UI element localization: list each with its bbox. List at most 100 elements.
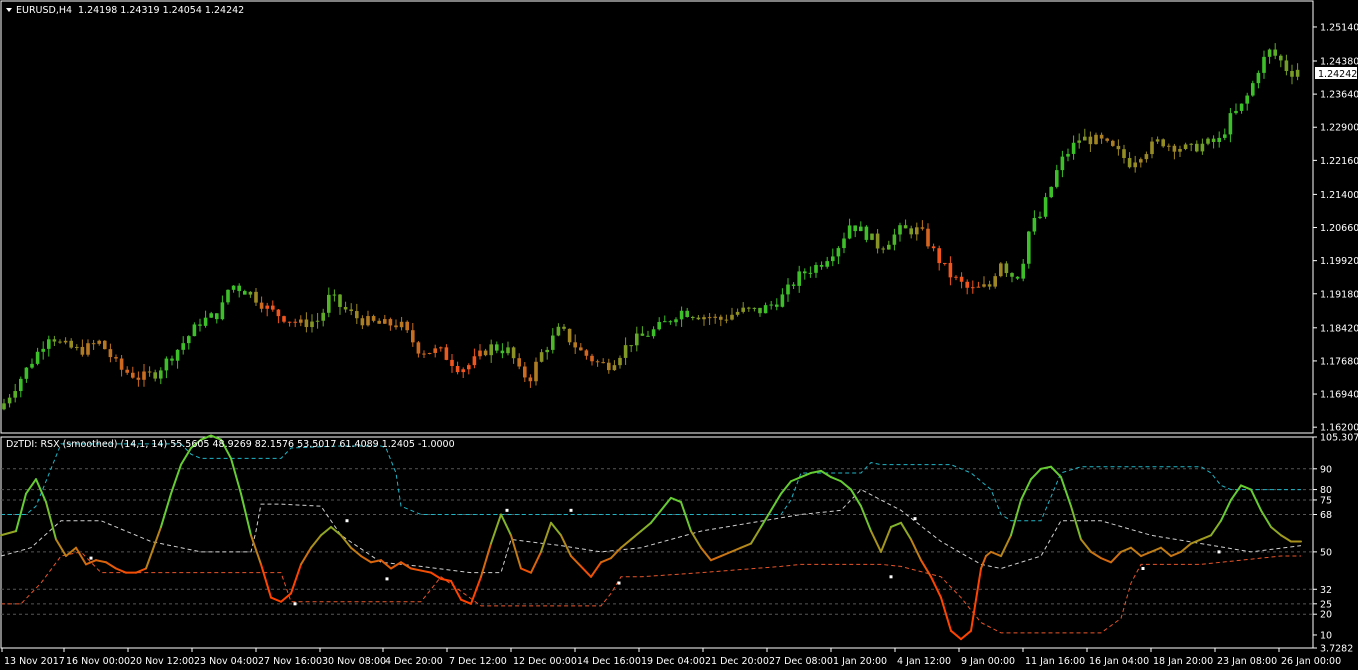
candle-body xyxy=(1066,153,1070,157)
candle-body xyxy=(299,319,303,323)
candle xyxy=(265,302,269,317)
candle xyxy=(131,366,135,379)
rsx-segment xyxy=(270,596,282,603)
rsx-segment xyxy=(540,521,552,553)
candle xyxy=(959,272,964,289)
candle-body xyxy=(114,357,118,359)
candle-body xyxy=(444,347,449,360)
candle xyxy=(198,318,202,332)
rsx-segment xyxy=(15,492,27,533)
candle-body xyxy=(226,289,230,303)
candle-body xyxy=(287,321,292,323)
candle xyxy=(159,367,163,385)
candle xyxy=(343,301,348,313)
rsx-segment xyxy=(700,546,712,562)
candle-body xyxy=(702,317,706,320)
rsx-segment xyxy=(980,555,987,570)
rsx-segment xyxy=(590,561,602,578)
candle-body xyxy=(931,246,936,249)
candle-body xyxy=(343,306,348,310)
candle-body xyxy=(691,316,695,318)
candle-body xyxy=(1127,158,1132,168)
candle xyxy=(321,308,325,327)
candle xyxy=(590,353,594,366)
candle-body xyxy=(1195,143,1199,152)
candle-body xyxy=(825,261,829,267)
candle xyxy=(467,363,471,375)
candle xyxy=(215,313,219,324)
candle-body xyxy=(635,333,639,346)
candle-body xyxy=(187,336,191,344)
candle-body xyxy=(310,321,314,328)
rsx-segment xyxy=(135,567,147,574)
candle-body xyxy=(707,317,712,319)
candle-body xyxy=(965,281,969,288)
candle-body xyxy=(1178,148,1182,152)
candle xyxy=(1010,272,1014,283)
candle-body xyxy=(366,316,370,326)
candle xyxy=(226,289,230,305)
candle-body xyxy=(1251,83,1255,96)
candle xyxy=(142,364,146,387)
candle xyxy=(388,317,393,331)
indicator-y-tick-label: 50 xyxy=(1320,547,1332,558)
candle xyxy=(668,320,673,325)
rsx-segment xyxy=(1260,509,1272,528)
rsx-segment xyxy=(1160,546,1172,558)
rsx-segment xyxy=(320,525,332,537)
candle xyxy=(607,358,611,374)
chart-canvas[interactable]: 1.25140 1.24380 1.23640 1.22900 1.22160 1.214… xyxy=(0,0,1358,670)
candle-body xyxy=(355,311,359,319)
candle-body xyxy=(332,294,337,296)
main-symbol: EURUSD,H4 xyxy=(16,5,72,16)
candle xyxy=(119,354,124,377)
candle xyxy=(355,303,359,325)
candle-body xyxy=(399,321,404,328)
rsx-segment xyxy=(720,550,732,558)
candle xyxy=(640,326,645,336)
indicator-y-tick-label: 10 xyxy=(1320,630,1332,641)
candle xyxy=(1043,192,1048,219)
candle xyxy=(461,367,465,379)
rsx-segment xyxy=(920,559,932,578)
candle xyxy=(455,361,460,375)
candle xyxy=(500,343,505,359)
rsx-segment xyxy=(740,542,752,549)
rsx-segment xyxy=(430,571,442,580)
candle-body xyxy=(63,340,68,343)
candle xyxy=(1200,138,1205,155)
candle xyxy=(999,262,1003,278)
candle-body xyxy=(797,271,801,286)
collapse-triangle-icon[interactable] xyxy=(6,8,12,12)
main-y-tick-label: 1.22160 xyxy=(1320,156,1358,167)
candle xyxy=(954,275,958,281)
candle xyxy=(1111,139,1115,147)
candle-body xyxy=(999,263,1003,277)
candle xyxy=(1172,143,1177,160)
candle-body xyxy=(763,305,768,314)
candle xyxy=(651,326,656,339)
rsx-segment xyxy=(1150,546,1162,553)
candle xyxy=(47,335,51,357)
candle xyxy=(243,289,247,295)
candle xyxy=(1284,54,1289,76)
candle xyxy=(1155,136,1160,144)
candle-body xyxy=(433,348,437,353)
candle xyxy=(691,315,695,321)
candle-body xyxy=(2,403,6,410)
candle xyxy=(920,220,925,231)
indicator-header: DzTDI: RSX (smoothed) (14,1, 14) 55.5605… xyxy=(6,439,455,450)
candle xyxy=(282,315,286,324)
candle-body xyxy=(467,365,471,370)
rsx-segment xyxy=(410,567,422,572)
candle xyxy=(859,221,863,232)
rsx-segment xyxy=(1090,550,1102,560)
candle xyxy=(170,355,174,366)
candle xyxy=(304,312,309,333)
candle-body xyxy=(1122,149,1126,159)
candle xyxy=(601,358,605,364)
candle-body xyxy=(220,302,225,320)
candle-body xyxy=(747,307,751,309)
candle xyxy=(237,283,241,298)
candle xyxy=(595,359,600,367)
